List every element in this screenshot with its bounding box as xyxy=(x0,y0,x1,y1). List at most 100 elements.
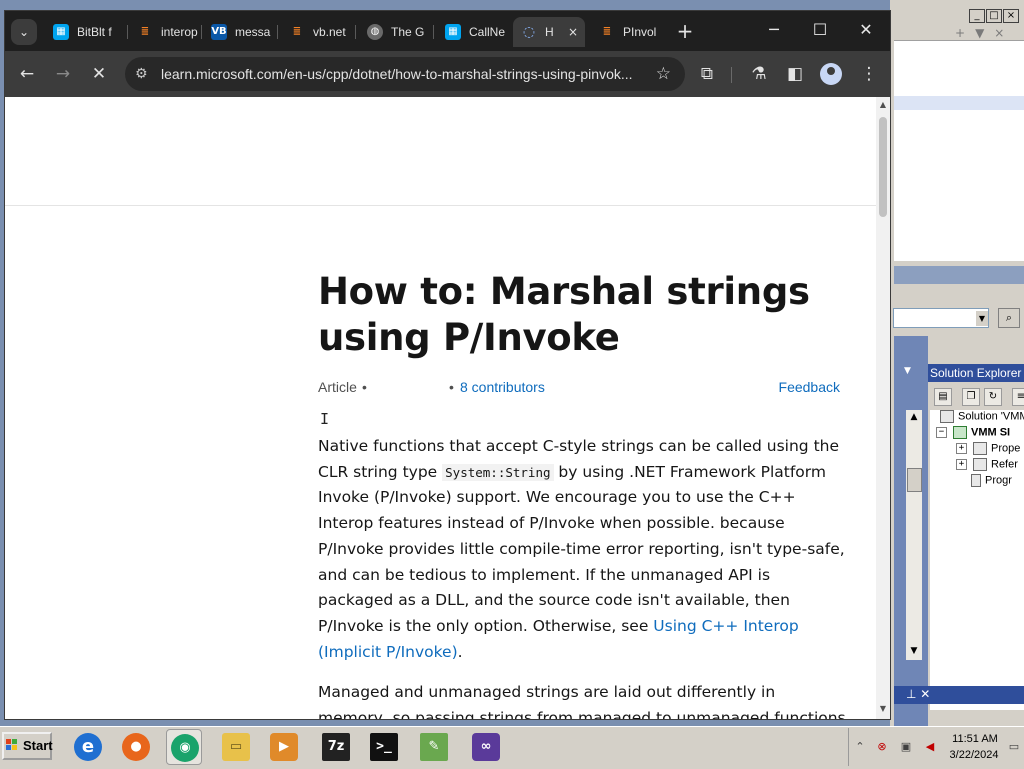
tab-the-g[interactable]: ◍ The G xyxy=(359,17,429,47)
chevron-down-icon[interactable]: ▼ xyxy=(904,366,911,376)
toolbar-separator xyxy=(731,67,732,83)
clock-time[interactable]: 11:51 AM xyxy=(950,733,1000,745)
scroll-thumb[interactable] xyxy=(879,117,887,217)
solution-explorer-tree: Solution 'VMM − VMM SI + Prope + Refer Prog… xyxy=(930,410,1024,710)
vs-panel-divider xyxy=(894,266,1024,284)
tree-item-properties[interactable]: + Prope xyxy=(956,442,1020,455)
tab-messa[interactable]: VB messa xyxy=(203,17,273,47)
tree-item-references[interactable]: + Refer xyxy=(956,458,1018,471)
tab-separator xyxy=(127,25,128,39)
page-title: How to: Marshal strings using P/Invoke xyxy=(318,270,810,359)
tab-search-button[interactable]: ⌄ xyxy=(11,19,37,45)
tree-item-project[interactable]: − VMM SI xyxy=(936,426,1010,439)
inline-code: System::String xyxy=(442,463,554,481)
vb-icon: VB xyxy=(211,24,227,40)
windows-logo-icon: ▦ xyxy=(53,24,69,40)
vs-dropdown-icon[interactable]: ▼ xyxy=(975,26,984,40)
tab-active-how-to-marshal[interactable]: ◌ H × xyxy=(513,17,585,47)
address-bar[interactable]: ⚙ learn.microsoft.com/en-us/cpp/dotnet/h… xyxy=(125,57,685,91)
vs-dock-pin-close-icon[interactable]: ⊥ ✕ xyxy=(906,687,930,701)
csharp-project-icon xyxy=(953,426,967,439)
extensions-icon[interactable]: ⧉ xyxy=(693,60,721,88)
show-all-files-icon[interactable]: ❐ xyxy=(962,388,980,406)
properties-icon[interactable]: ▤ xyxy=(934,388,952,406)
tab-interop[interactable]: ≣ interop xyxy=(129,17,199,47)
refresh-icon[interactable]: ↻ xyxy=(984,388,1002,406)
vs-maximize-button[interactable]: □ xyxy=(986,9,1002,23)
scroll-down-icon[interactable]: ▼ xyxy=(906,644,922,658)
tab-label: PInvol xyxy=(623,25,657,39)
menu-kebab-icon[interactable]: ⋮ xyxy=(855,60,883,88)
tab-callne[interactable]: ▦ CallNe xyxy=(437,17,511,47)
forward-button[interactable]: → xyxy=(49,60,77,88)
tab-label: messa xyxy=(235,25,271,39)
page-viewport[interactable]: How to: Marshal strings using P/Invoke A… xyxy=(5,97,876,719)
scroll-up-icon[interactable]: ▲ xyxy=(906,410,922,424)
labs-flask-icon[interactable]: ⚗ xyxy=(745,60,773,88)
internet-explorer-icon: e xyxy=(74,733,102,761)
meta-separator: • xyxy=(362,379,367,395)
view-code-icon[interactable]: ≡ xyxy=(1012,388,1024,406)
close-window-button[interactable]: ✕ xyxy=(843,11,889,49)
scroll-thumb[interactable] xyxy=(907,468,922,492)
taskbar-firefox[interactable]: ● xyxy=(118,729,154,765)
tree-item-solution[interactable]: Solution 'VMM xyxy=(940,410,1024,423)
volume-muted-icon[interactable]: ◀ xyxy=(923,740,937,754)
contributors-link[interactable]: 8 contributors xyxy=(460,379,545,395)
collapse-icon[interactable]: − xyxy=(936,427,947,438)
show-hidden-icons-chevron[interactable]: ⌃ xyxy=(853,740,867,754)
tree-item-program[interactable]: Progr xyxy=(971,474,1012,487)
maximize-button[interactable]: ☐ xyxy=(797,11,843,49)
browser-toolbar: ← → ✕ ⚙ learn.microsoft.com/en-us/cpp/do… xyxy=(5,51,890,97)
taskbar-visual-studio[interactable]: ∞ xyxy=(468,729,504,765)
tab-separator xyxy=(433,25,434,39)
monitor-icon[interactable]: ▭ xyxy=(1007,740,1021,754)
solution-explorer-title: Solution Explorer xyxy=(928,364,1024,382)
new-tab-button[interactable]: + xyxy=(671,17,699,45)
device-icon[interactable]: ▣ xyxy=(899,740,913,754)
taskbar-chrome-canary[interactable]: ◉ xyxy=(166,729,202,765)
taskbar-command-prompt[interactable]: >_ xyxy=(366,729,402,765)
taskbar-notepad-plus[interactable]: ✎ xyxy=(416,729,452,765)
tab-bitblt[interactable]: ▦ BitBlt f xyxy=(45,17,125,47)
tab-separator xyxy=(201,25,202,39)
taskbar-internet-explorer[interactable]: e xyxy=(70,729,106,765)
article-metadata: Article • • 8 contributors Feedback xyxy=(318,379,840,399)
expand-icon[interactable]: + xyxy=(956,459,967,470)
tab-vbnet[interactable]: ≣ vb.net xyxy=(281,17,351,47)
tab-pinvoke[interactable]: ≣ PInvol xyxy=(591,17,663,47)
scroll-up-icon[interactable]: ▲ xyxy=(876,99,890,111)
taskbar-media-player[interactable]: ▶ xyxy=(266,729,302,765)
vs-close-button[interactable]: × xyxy=(1003,9,1019,23)
chrome-canary-icon: ◉ xyxy=(171,734,199,762)
close-icon[interactable]: × xyxy=(565,17,581,47)
clock-date[interactable]: 3/22/2024 xyxy=(946,749,1002,761)
vs-configuration-combo[interactable] xyxy=(893,308,989,328)
references-folder-icon xyxy=(973,458,987,471)
taskbar-file-explorer[interactable]: ▭ xyxy=(218,729,254,765)
bookmark-star-icon[interactable]: ☆ xyxy=(656,57,671,91)
feedback-link[interactable]: Feedback xyxy=(779,379,840,395)
profile-avatar-icon[interactable] xyxy=(820,63,842,85)
find-icon[interactable]: ⌕ xyxy=(998,308,1020,328)
page-scrollbar[interactable]: ▲ ▼ xyxy=(876,97,890,719)
minimize-button[interactable]: ─ xyxy=(751,11,797,49)
vs-minimize-button[interactable]: _ xyxy=(969,9,985,23)
stop-loading-button[interactable]: ✕ xyxy=(85,60,113,88)
vs-close-icon[interactable]: × xyxy=(994,26,1004,40)
network-error-icon[interactable]: ⊗ xyxy=(875,740,889,754)
site-info-icon[interactable]: ⚙ xyxy=(135,57,148,91)
tab-label: H xyxy=(545,25,554,39)
scroll-down-icon[interactable]: ▼ xyxy=(876,703,890,715)
vs-editor-area[interactable] xyxy=(894,40,1024,261)
url-text[interactable]: learn.microsoft.com/en-us/cpp/dotnet/how… xyxy=(161,57,641,91)
taskbar-7zip[interactable]: 7z xyxy=(318,729,354,765)
expand-icon[interactable]: + xyxy=(956,443,967,454)
back-button[interactable]: ← xyxy=(13,60,41,88)
stackoverflow-icon: ≣ xyxy=(140,26,150,37)
vs-add-icon[interactable]: + xyxy=(955,26,965,40)
vs-scrollbar[interactable]: ▲ ▼ xyxy=(906,410,922,660)
notepad-plus-icon: ✎ xyxy=(420,733,448,761)
side-panel-icon[interactable]: ◧ xyxy=(781,60,809,88)
chevron-down-icon[interactable]: ▼ xyxy=(976,311,988,326)
